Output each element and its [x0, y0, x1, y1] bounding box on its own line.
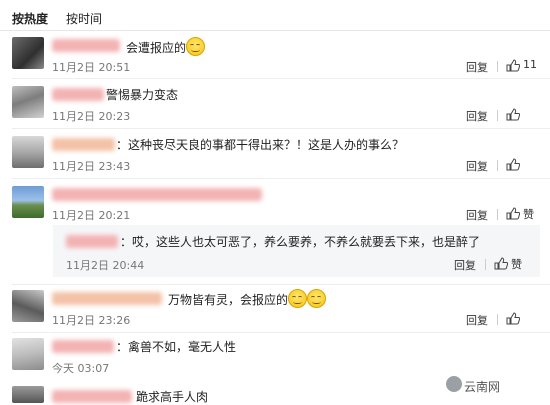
thumbs-up-icon	[506, 59, 520, 72]
smile-emoji-icon	[288, 289, 308, 308]
username-blurred[interactable]	[52, 292, 162, 305]
thumbs-up-icon	[506, 108, 520, 121]
comment-text: 警惕暴力变态	[106, 88, 179, 102]
tab-sort-by-hot[interactable]: 按热度	[12, 10, 48, 27]
avatar[interactable]	[12, 338, 44, 370]
divider	[497, 160, 498, 171]
comment-time: 11月2日 20:21	[52, 209, 131, 222]
row-divider	[12, 178, 550, 179]
username-blurred[interactable]	[52, 188, 262, 201]
comment-time: 11月2日 20:51	[52, 61, 131, 74]
username-blurred[interactable]	[66, 235, 118, 248]
thumbs-up-icon	[506, 207, 520, 220]
reply-button[interactable]: 回复	[466, 59, 488, 75]
divider	[497, 209, 498, 220]
watermark-logo-icon	[446, 376, 462, 392]
avatar[interactable]	[12, 136, 44, 168]
comment-time: 11月2日 23:26	[52, 314, 131, 327]
smile-emoji-icon	[307, 289, 327, 308]
username-blurred[interactable]	[52, 88, 104, 101]
tab-sort-by-time[interactable]: 按时间	[66, 10, 102, 27]
comment-text: ：哎，这些人也太可恶了，养么要养，不养么就要丢下来，也是醉了	[120, 235, 481, 249]
comment-time: 11月2日 23:43	[52, 160, 131, 173]
tabs-divider	[0, 30, 550, 31]
comment-text: ：这种丧尽天良的事都干得出来？！这是人办的事么？	[116, 138, 405, 152]
divider	[497, 61, 498, 72]
username-blurred[interactable]	[52, 138, 115, 151]
row-divider	[12, 332, 550, 333]
like-count: 赞	[523, 208, 534, 221]
reply-button[interactable]: 回复	[466, 207, 488, 223]
comment-text: 跪求高手人肉	[136, 390, 209, 404]
reply-button[interactable]: 回复	[466, 312, 488, 328]
thumbs-up-icon	[506, 312, 520, 325]
divider	[485, 259, 486, 270]
smile-emoji-icon	[186, 37, 206, 56]
comment-text: ：禽兽不如，毫无人性	[116, 340, 237, 354]
thumbs-up-icon	[494, 257, 508, 270]
like-label: 赞	[511, 258, 522, 271]
avatar[interactable]	[12, 37, 44, 69]
username-blurred[interactable]	[52, 390, 132, 403]
comment-text: 万物皆有灵，会报应的	[168, 289, 327, 308]
avatar[interactable]	[12, 186, 44, 218]
comment-text: 会遭报应的	[126, 37, 206, 56]
reply-button[interactable]: 回复	[466, 158, 488, 174]
row-divider	[12, 284, 550, 285]
row-divider	[12, 78, 550, 79]
divider	[497, 110, 498, 121]
row-divider	[12, 128, 550, 129]
avatar[interactable]	[12, 386, 44, 403]
avatar[interactable]	[12, 290, 44, 322]
like-count: 11	[523, 58, 537, 71]
thumbs-up-icon	[506, 158, 520, 171]
reply-button[interactable]: 回复	[454, 257, 476, 273]
comment-time: 今天 03:07	[52, 362, 110, 375]
watermark-text: 云南网	[464, 380, 501, 394]
divider	[497, 314, 498, 325]
avatar[interactable]	[12, 86, 44, 118]
comment-time: 11月2日 20:44	[66, 259, 145, 272]
comment-time: 11月2日 20:23	[52, 110, 131, 123]
username-blurred[interactable]	[52, 39, 120, 52]
username-blurred[interactable]	[52, 340, 114, 353]
reply-button[interactable]: 回复	[466, 108, 488, 124]
